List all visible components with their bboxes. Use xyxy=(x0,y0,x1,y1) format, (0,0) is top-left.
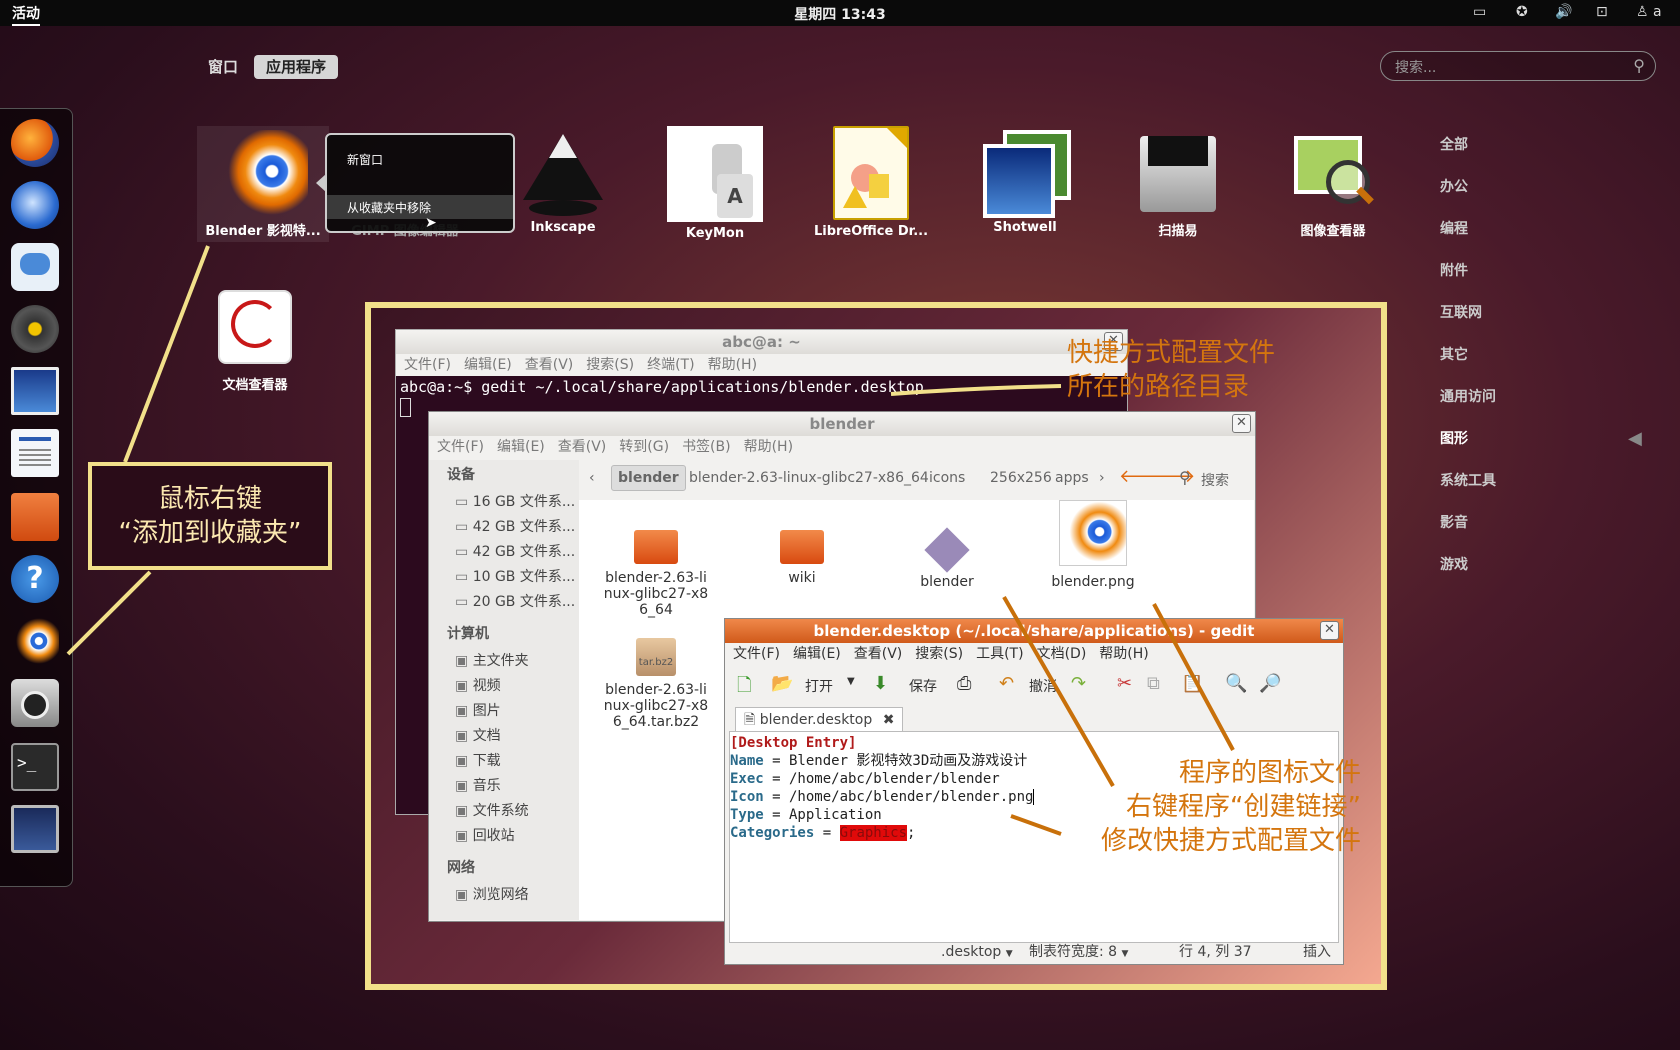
annotation-icon-file: 程序的图标文件 xyxy=(1178,758,1361,788)
annotation-line: 所在的路径目录 xyxy=(1067,372,1250,402)
annotation-create-link: 右键程序“创建链接” xyxy=(1126,792,1361,822)
annotation-modify-config: 修改快捷方式配置文件 xyxy=(1100,826,1361,856)
annotation-config-path: 快捷方式配置文件 所在的路径目录 xyxy=(1067,336,1367,404)
frame-annotation-lines xyxy=(890,384,1235,836)
annotation-add-favorite: 鼠标右键 “添加到收藏夹” xyxy=(88,462,332,570)
annotation-line: 鼠标右键 xyxy=(157,484,262,514)
annotation-line: 快捷方式配置文件 xyxy=(1067,338,1276,368)
screenshot-frame: abc@a: ~ ✕ 文件(F) 编辑(E) 查看(V) 搜索(S) 终端(T) 帮助(H… xyxy=(365,302,1387,990)
annotation-line: “添加到收藏夹” xyxy=(118,518,302,548)
